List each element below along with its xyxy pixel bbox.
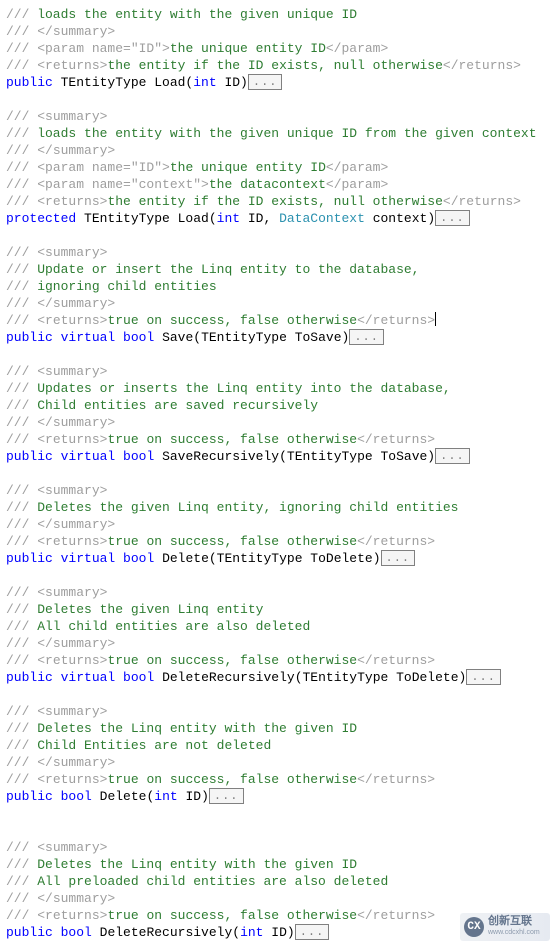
watermark: CX 创新互联 www.cdcxhl.com bbox=[460, 913, 550, 941]
doc-comment-line: /// <summary> bbox=[6, 839, 550, 856]
doc-comment-line: /// Deletes the given Linq entity, ignor… bbox=[6, 499, 550, 516]
doc-comment-line: /// </summary> bbox=[6, 295, 550, 312]
doc-comment-line: /// All child entities are also deleted bbox=[6, 618, 550, 635]
doc-comment-line: /// <summary> bbox=[6, 482, 550, 499]
doc-comment-line: /// <summary> bbox=[6, 108, 550, 125]
doc-comment-line: /// <returns>true on success, false othe… bbox=[6, 312, 550, 329]
watermark-url: www.cdcxhl.com bbox=[488, 927, 540, 938]
code-fold-toggle[interactable]: ... bbox=[435, 210, 470, 226]
doc-comment-line: /// </summary> bbox=[6, 516, 550, 533]
code-fold-toggle[interactable]: ... bbox=[381, 550, 416, 566]
doc-comment-line: /// <returns>true on success, false othe… bbox=[6, 431, 550, 448]
method-signature: public virtual bool SaveRecursively(TEnt… bbox=[6, 448, 550, 465]
doc-comment-line: /// <param name="ID">the unique entity I… bbox=[6, 159, 550, 176]
doc-comment-line: /// Deletes the given Linq entity bbox=[6, 601, 550, 618]
doc-comment-line: /// <returns>the entity if the ID exists… bbox=[6, 193, 550, 210]
method-signature: public virtual bool Delete(TEntityType T… bbox=[6, 550, 550, 567]
doc-comment-line: /// ignoring child entities bbox=[6, 278, 550, 295]
code-fold-toggle[interactable]: ... bbox=[248, 74, 283, 90]
method-signature: public virtual bool DeleteRecursively(TE… bbox=[6, 669, 550, 686]
code-fold-toggle[interactable]: ... bbox=[466, 669, 501, 685]
doc-comment-line: /// Deletes the Linq entity with the giv… bbox=[6, 856, 550, 873]
watermark-logo-icon: CX bbox=[464, 917, 484, 937]
doc-comment-line: /// <returns>true on success, false othe… bbox=[6, 652, 550, 669]
doc-comment-line: /// All preloaded child entities are als… bbox=[6, 873, 550, 890]
doc-comment-line: /// Update or insert the Linq entity to … bbox=[6, 261, 550, 278]
doc-comment-line: /// <summary> bbox=[6, 363, 550, 380]
code-fold-toggle[interactable]: ... bbox=[209, 788, 244, 804]
doc-comment-line: /// </summary> bbox=[6, 414, 550, 431]
doc-comment-line: /// <returns>the entity if the ID exists… bbox=[6, 57, 550, 74]
doc-comment-line: /// <returns>true on success, false othe… bbox=[6, 771, 550, 788]
text-cursor bbox=[435, 312, 436, 326]
doc-comment-line: /// Child entities are saved recursively bbox=[6, 397, 550, 414]
doc-comment-line: /// </summary> bbox=[6, 23, 550, 40]
doc-comment-line: /// <summary> bbox=[6, 244, 550, 261]
doc-comment-line: /// <param name="ID">the unique entity I… bbox=[6, 40, 550, 57]
doc-comment-line: /// loads the entity with the given uniq… bbox=[6, 6, 550, 23]
doc-comment-line: /// <param name="context">the datacontex… bbox=[6, 176, 550, 193]
doc-comment-line: /// </summary> bbox=[6, 635, 550, 652]
code-fold-toggle[interactable]: ... bbox=[295, 924, 330, 940]
doc-comment-line: /// </summary> bbox=[6, 754, 550, 771]
watermark-name: 创新互联 bbox=[488, 916, 540, 927]
doc-comment-line: /// </summary> bbox=[6, 890, 550, 907]
doc-comment-line: /// loads the entity with the given uniq… bbox=[6, 125, 550, 142]
doc-comment-line: /// Deletes the Linq entity with the giv… bbox=[6, 720, 550, 737]
doc-comment-line: /// Child Entities are not deleted bbox=[6, 737, 550, 754]
method-signature: public TEntityType Load(int ID)... bbox=[6, 74, 550, 91]
doc-comment-line: /// </summary> bbox=[6, 142, 550, 159]
code-viewer: /// loads the entity with the given uniq… bbox=[6, 6, 550, 941]
code-fold-toggle[interactable]: ... bbox=[349, 329, 384, 345]
method-signature: public bool Delete(int ID)... bbox=[6, 788, 550, 805]
doc-comment-line: /// Updates or inserts the Linq entity i… bbox=[6, 380, 550, 397]
method-signature: protected TEntityType Load(int ID, DataC… bbox=[6, 210, 550, 227]
code-fold-toggle[interactable]: ... bbox=[435, 448, 470, 464]
doc-comment-line: /// <returns>true on success, false othe… bbox=[6, 533, 550, 550]
doc-comment-line: /// <summary> bbox=[6, 703, 550, 720]
doc-comment-line: /// <summary> bbox=[6, 584, 550, 601]
method-signature: public virtual bool Save(TEntityType ToS… bbox=[6, 329, 550, 346]
